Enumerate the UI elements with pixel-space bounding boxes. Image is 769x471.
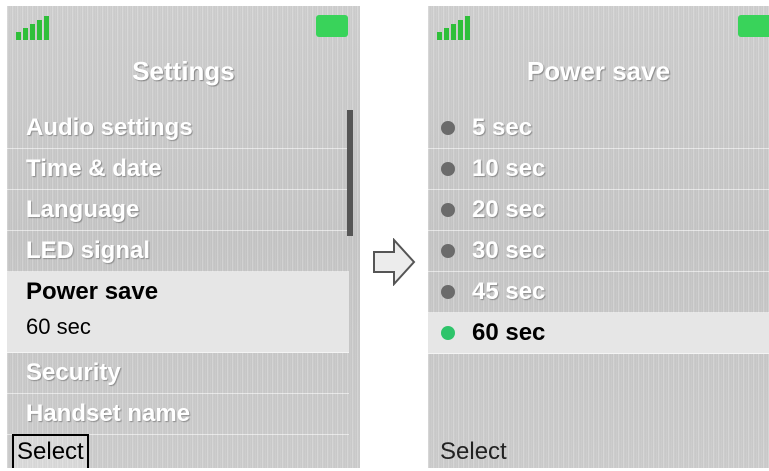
option-label: 60 sec xyxy=(472,319,546,346)
radio-icon xyxy=(441,244,455,258)
scrollbar[interactable] xyxy=(347,110,353,236)
signal-icon xyxy=(437,14,477,40)
option-45-sec[interactable]: 45 sec xyxy=(428,272,769,313)
option-label: 5 sec xyxy=(472,114,533,141)
option-10-sec[interactable]: 10 sec xyxy=(428,149,769,190)
menu-item-value: 60 sec xyxy=(26,314,91,339)
option-label: 30 sec xyxy=(472,237,546,264)
signal-icon xyxy=(16,14,56,40)
menu-item-language[interactable]: Language xyxy=(7,190,349,231)
select-softkey[interactable]: Select xyxy=(12,434,89,468)
select-softkey[interactable]: Select xyxy=(440,436,507,468)
battery-icon xyxy=(738,15,769,37)
option-5-sec[interactable]: 5 sec xyxy=(428,108,769,149)
screen-title: Power save xyxy=(526,56,671,86)
option-20-sec[interactable]: 20 sec xyxy=(428,190,769,231)
screen-title: Settings xyxy=(132,56,235,86)
menu-item-handset-name[interactable]: Handset name xyxy=(7,394,349,435)
menu-item-power-save[interactable]: Power save 60 sec xyxy=(7,272,349,353)
option-30-sec[interactable]: 30 sec xyxy=(428,231,769,272)
power-save-options: 5 sec 10 sec 20 sec 30 sec 45 sec 60 sec xyxy=(428,108,769,354)
radio-icon xyxy=(441,121,455,135)
settings-screen: Settings Audio settings Time & date Lang… xyxy=(7,6,360,468)
menu-item-time-date[interactable]: Time & date xyxy=(7,149,349,190)
radio-icon xyxy=(441,162,455,176)
option-60-sec[interactable]: 60 sec xyxy=(428,313,769,354)
radio-icon xyxy=(441,285,455,299)
radio-icon xyxy=(441,203,455,217)
menu-item-label: Power save xyxy=(26,278,159,305)
option-label: 10 sec xyxy=(472,155,546,182)
option-label: 45 sec xyxy=(472,278,546,305)
menu-item-security[interactable]: Security xyxy=(7,353,349,394)
menu-item-led-signal[interactable]: LED signal xyxy=(7,231,349,272)
power-save-screen: Power save 5 sec 10 sec 20 sec 30 sec 45… xyxy=(428,6,769,468)
right-arrow-icon xyxy=(373,238,416,286)
menu-item-audio-settings[interactable]: Audio settings xyxy=(7,108,349,149)
settings-menu: Audio settings Time & date Language LED … xyxy=(7,108,360,435)
option-label: 20 sec xyxy=(472,196,546,223)
battery-icon xyxy=(316,15,348,37)
radio-selected-icon xyxy=(441,326,455,340)
